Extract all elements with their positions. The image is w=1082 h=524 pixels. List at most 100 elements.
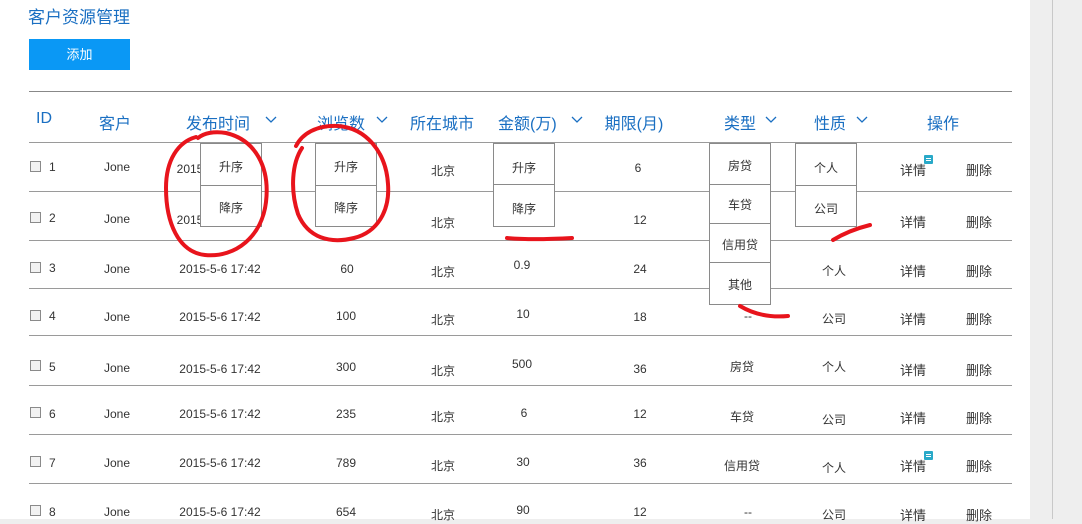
sort-descending-option[interactable]: 降序 (201, 199, 261, 216)
chevron-down-icon[interactable] (571, 116, 583, 124)
delete-link[interactable]: 删除 (966, 505, 992, 524)
row-checkbox[interactable] (30, 360, 41, 371)
row-type: 信用贷 (723, 459, 761, 473)
row-nature: 公司 (821, 413, 847, 427)
row-type: -- (744, 505, 752, 519)
header-views[interactable]: 浏览数 (317, 110, 365, 134)
detail-link[interactable]: 详情 (900, 309, 926, 328)
delete-link[interactable]: 删除 (966, 212, 992, 231)
header-publish-time[interactable]: 发布时间 (186, 110, 250, 134)
row-term: 18 (633, 310, 647, 324)
chevron-down-icon[interactable] (265, 116, 277, 124)
row-checkbox[interactable] (30, 456, 41, 467)
row-customer: Jone (103, 310, 131, 324)
detail-link[interactable]: 详情 (900, 160, 926, 179)
row-city: 北京 (430, 364, 456, 378)
delete-link[interactable]: 删除 (966, 456, 992, 475)
amount-sort-menu: 升序 降序 (493, 143, 555, 227)
row-divider (29, 483, 1012, 484)
header-city: 所在城市 (409, 116, 475, 133)
detail-link[interactable]: 详情 (900, 212, 926, 231)
row-amount: 30 (516, 455, 530, 469)
sort-descending-option[interactable]: 降序 (494, 200, 554, 217)
row-term: 12 (633, 407, 647, 421)
row-amount: 500 (511, 357, 533, 371)
row-checkbox[interactable] (30, 212, 41, 223)
sort-ascending-option[interactable]: 升序 (316, 158, 376, 175)
header-type[interactable]: 类型 (724, 110, 756, 134)
row-id: 7 (49, 456, 56, 470)
row-term: 12 (633, 213, 647, 227)
row-divider (29, 335, 1012, 336)
page-title: 客户资源管理 (28, 8, 130, 27)
menu-divider (710, 184, 770, 185)
row-term: 36 (633, 362, 647, 376)
row-customer: Jone (103, 505, 131, 519)
delete-link[interactable]: 删除 (966, 408, 992, 427)
header-nature[interactable]: 性质 (814, 110, 846, 134)
nature-filter-menu: 个人 公司 (795, 143, 857, 227)
header-amount[interactable]: 金额(万) (498, 110, 557, 134)
row-checkbox[interactable] (30, 407, 41, 418)
row-checkbox[interactable] (30, 161, 41, 172)
row-id: 2 (49, 211, 56, 225)
row-nature: 个人 (821, 461, 847, 475)
row-views: 789 (335, 456, 357, 470)
row-id: 5 (49, 360, 56, 374)
delete-link[interactable]: 删除 (966, 261, 992, 280)
row-views: 235 (335, 407, 357, 421)
sort-ascending-option[interactable]: 升序 (494, 159, 554, 176)
header-action: 操作 (926, 116, 960, 133)
sort-ascending-option[interactable]: 升序 (201, 158, 261, 175)
chevron-down-icon[interactable] (376, 116, 388, 124)
type-option-mortgage[interactable]: 房贷 (710, 157, 770, 174)
row-nature: 公司 (821, 508, 847, 522)
type-option-other[interactable]: 其他 (710, 276, 770, 293)
row-city: 北京 (430, 216, 456, 230)
nature-option-personal[interactable]: 个人 (796, 159, 856, 176)
header-term: 期限(月) (604, 116, 664, 133)
delete-link[interactable]: 删除 (966, 360, 992, 379)
row-nature: 个人 (821, 360, 847, 374)
chevron-down-icon[interactable] (765, 116, 777, 124)
row-nature: 公司 (821, 312, 847, 326)
row-city: 北京 (430, 459, 456, 473)
row-city: 北京 (430, 508, 456, 522)
row-divider (29, 385, 1012, 386)
row-divider (29, 240, 1012, 241)
detail-link[interactable]: 详情 (900, 261, 926, 280)
row-checkbox[interactable] (30, 505, 41, 516)
chevron-down-icon[interactable] (856, 116, 868, 124)
delete-link[interactable]: 删除 (966, 160, 992, 179)
row-publish-time: 2015-5-6 17:42 (179, 362, 261, 376)
row-term: 12 (633, 505, 647, 519)
row-divider (29, 288, 1012, 289)
detail-link[interactable]: 详情 (900, 360, 926, 379)
row-publish-time: 2015-5-6 17:42 (179, 310, 261, 324)
row-views: 300 (335, 360, 357, 374)
row-city: 北京 (430, 164, 456, 178)
row-id: 1 (49, 160, 56, 174)
type-option-credit-loan[interactable]: 信用贷 (710, 236, 770, 253)
row-amount: 90 (516, 503, 530, 517)
sort-descending-option[interactable]: 降序 (316, 199, 376, 216)
row-checkbox[interactable] (30, 310, 41, 321)
row-term: 36 (633, 456, 647, 470)
row-customer: Jone (103, 212, 131, 226)
nature-option-company[interactable]: 公司 (796, 200, 856, 217)
row-id: 4 (49, 309, 56, 323)
detail-link[interactable]: 详情 (900, 456, 926, 475)
row-city: 北京 (430, 313, 456, 327)
row-checkbox[interactable] (30, 262, 41, 273)
menu-divider (201, 185, 261, 186)
publish-time-sort-menu: 升序 降序 (200, 143, 262, 227)
detail-link[interactable]: 详情 (900, 505, 926, 524)
delete-link[interactable]: 删除 (966, 309, 992, 328)
scrollbar-divider (1052, 0, 1053, 519)
row-type: 车贷 (729, 410, 755, 424)
detail-link[interactable]: 详情 (900, 408, 926, 427)
table-top-rule (29, 91, 1012, 92)
add-button[interactable]: 添加 (29, 39, 130, 70)
type-option-car-loan[interactable]: 车贷 (710, 196, 770, 213)
menu-divider (316, 185, 376, 186)
